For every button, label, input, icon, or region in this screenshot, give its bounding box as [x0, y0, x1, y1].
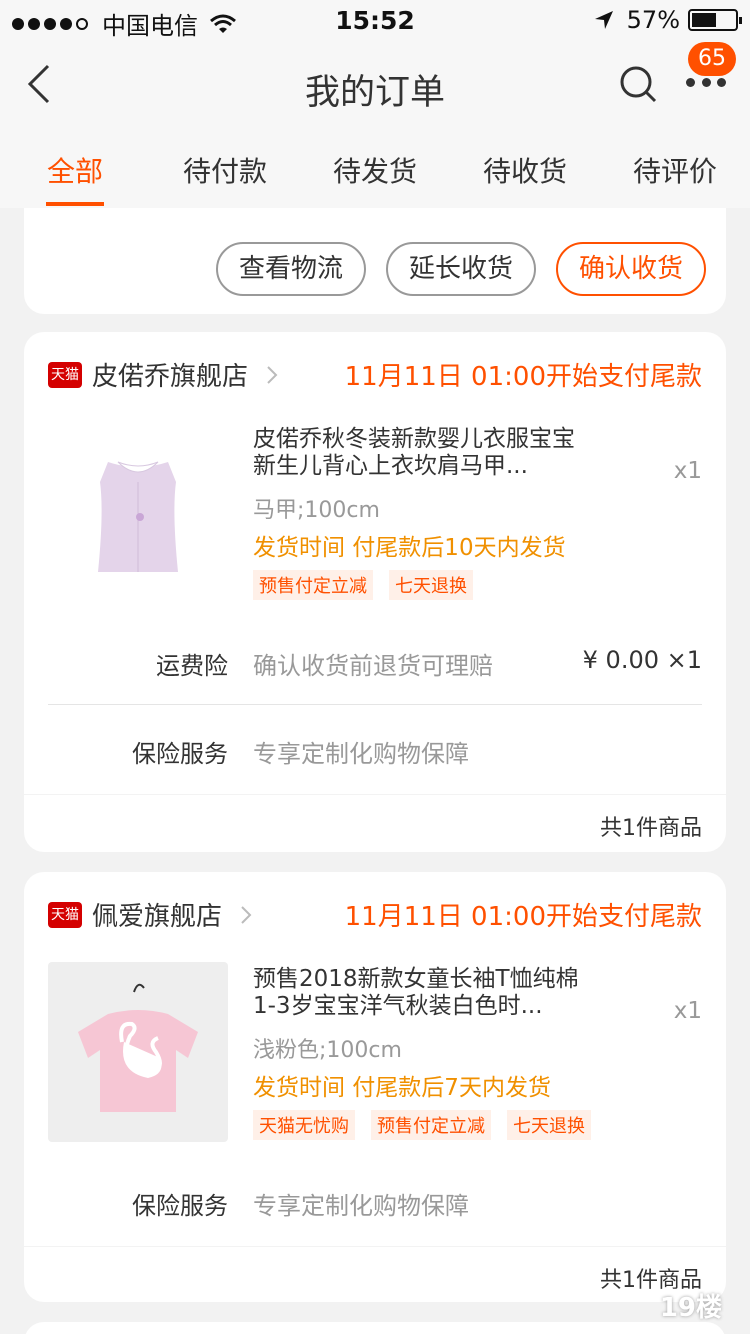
- insurance-service-label: 保险服务: [132, 740, 228, 768]
- chevron-right-icon: [267, 365, 278, 384]
- freight-insurance-label: 运费险: [156, 652, 228, 680]
- product-title[interactable]: 皮偌乔秋冬装新款婴儿衣服宝宝新生儿背心上衣坎肩马甲...: [253, 426, 583, 480]
- insurance-service-desc[interactable]: 专享定制化购物保障: [253, 1186, 469, 1221]
- order-card: 天猫 皮偌乔旗舰店 11月11日 01:00开始支付尾款 皮偌乔秋冬装新款婴儿衣…: [24, 332, 726, 852]
- product-tags: 天猫无忧购 预售付定立减 七天退换: [253, 1110, 607, 1140]
- product-image[interactable]: [48, 962, 228, 1142]
- product-quantity: x1: [673, 458, 702, 484]
- shipping-time: 发货时间 付尾款后7天内发货: [253, 1075, 551, 1101]
- freight-insurance-desc: 确认收货前退货可理赔: [253, 652, 493, 680]
- chevron-right-icon: [241, 905, 252, 924]
- top-bar: 中国电信 15:52 57% 我的订单 65 全部 待付款 待发货 待收货 待评…: [0, 0, 750, 208]
- tmall-icon: 天猫: [48, 901, 82, 928]
- divider: [48, 704, 702, 705]
- tab-all[interactable]: 全部: [0, 150, 150, 190]
- product-sku: 马甲;100cm: [253, 498, 380, 523]
- tab-pending-receipt[interactable]: 待收货: [450, 150, 600, 190]
- battery-icon: [688, 9, 742, 31]
- message-count-badge: 65: [688, 42, 736, 76]
- confirm-receipt-button[interactable]: 确认收货: [556, 242, 706, 296]
- tag-presale-discount: 预售付定立减: [253, 570, 373, 600]
- site-watermark: 19楼: [659, 1293, 722, 1323]
- tab-pending-shipment[interactable]: 待发货: [300, 150, 450, 190]
- freight-insurance-price: ¥ 0.00 ×1: [582, 646, 702, 674]
- more-icon[interactable]: [686, 78, 726, 90]
- tag-seven-day-return: 七天退换: [389, 570, 473, 600]
- balance-payment-note: 11月11日 01:00开始支付尾款: [344, 362, 702, 392]
- tag-tmall-worry-free: 天猫无忧购: [253, 1110, 355, 1140]
- shop-header[interactable]: 天猫 佩爱旗舰店: [48, 896, 252, 933]
- product-quantity: x1: [673, 998, 702, 1024]
- product-sku: 浅粉色;100cm: [253, 1038, 402, 1063]
- tag-presale-discount: 预售付定立减: [371, 1110, 491, 1140]
- shipping-time: 发货时间 付尾款后10天内发货: [253, 535, 566, 561]
- divider: [24, 794, 726, 795]
- insurance-service-desc[interactable]: 专享定制化购物保障: [253, 734, 469, 769]
- product-title[interactable]: 预售2018新款女童长袖T恤纯棉1-3岁宝宝洋气秋装白色时...: [253, 966, 583, 1020]
- nav-bar: 我的订单 65: [0, 42, 750, 130]
- status-right: 57%: [593, 6, 742, 34]
- extend-receipt-button[interactable]: 延长收货: [386, 242, 536, 296]
- divider: [24, 1246, 726, 1247]
- order-tabs: 全部 待付款 待发货 待收货 待评价: [0, 140, 750, 208]
- insurance-service-label: 保险服务: [132, 1192, 228, 1220]
- shop-header[interactable]: 天猫 皮偌乔旗舰店: [48, 356, 278, 393]
- battery-fill: [692, 13, 716, 27]
- tag-seven-day-return: 七天退换: [507, 1110, 591, 1140]
- product-tags: 预售付定立减 七天退换: [253, 570, 489, 600]
- order-card-partial: [24, 1322, 726, 1334]
- view-logistics-button[interactable]: 查看物流: [216, 242, 366, 296]
- tab-pending-review[interactable]: 待评价: [600, 150, 750, 190]
- product-image[interactable]: [48, 422, 228, 602]
- location-arrow-icon: [594, 11, 613, 29]
- shop-name: 佩爱旗舰店: [92, 902, 223, 932]
- shop-name: 皮偌乔旗舰店: [92, 362, 249, 392]
- status-bar: 中国电信 15:52 57%: [0, 0, 750, 40]
- battery-percent: 57%: [626, 6, 680, 34]
- order-card: 天猫 佩爱旗舰店 11月11日 01:00开始支付尾款 预售2018新款女童长袖…: [24, 872, 726, 1302]
- balance-payment-note: 11月11日 01:00开始支付尾款: [344, 902, 702, 932]
- item-count-total: 共1件商品: [600, 816, 702, 841]
- tmall-icon: 天猫: [48, 361, 82, 388]
- tab-pending-payment[interactable]: 待付款: [150, 150, 300, 190]
- active-tab-indicator: [46, 202, 104, 206]
- order-card-partial: 查看物流 延长收货 确认收货: [24, 208, 726, 314]
- search-icon[interactable]: [618, 64, 658, 104]
